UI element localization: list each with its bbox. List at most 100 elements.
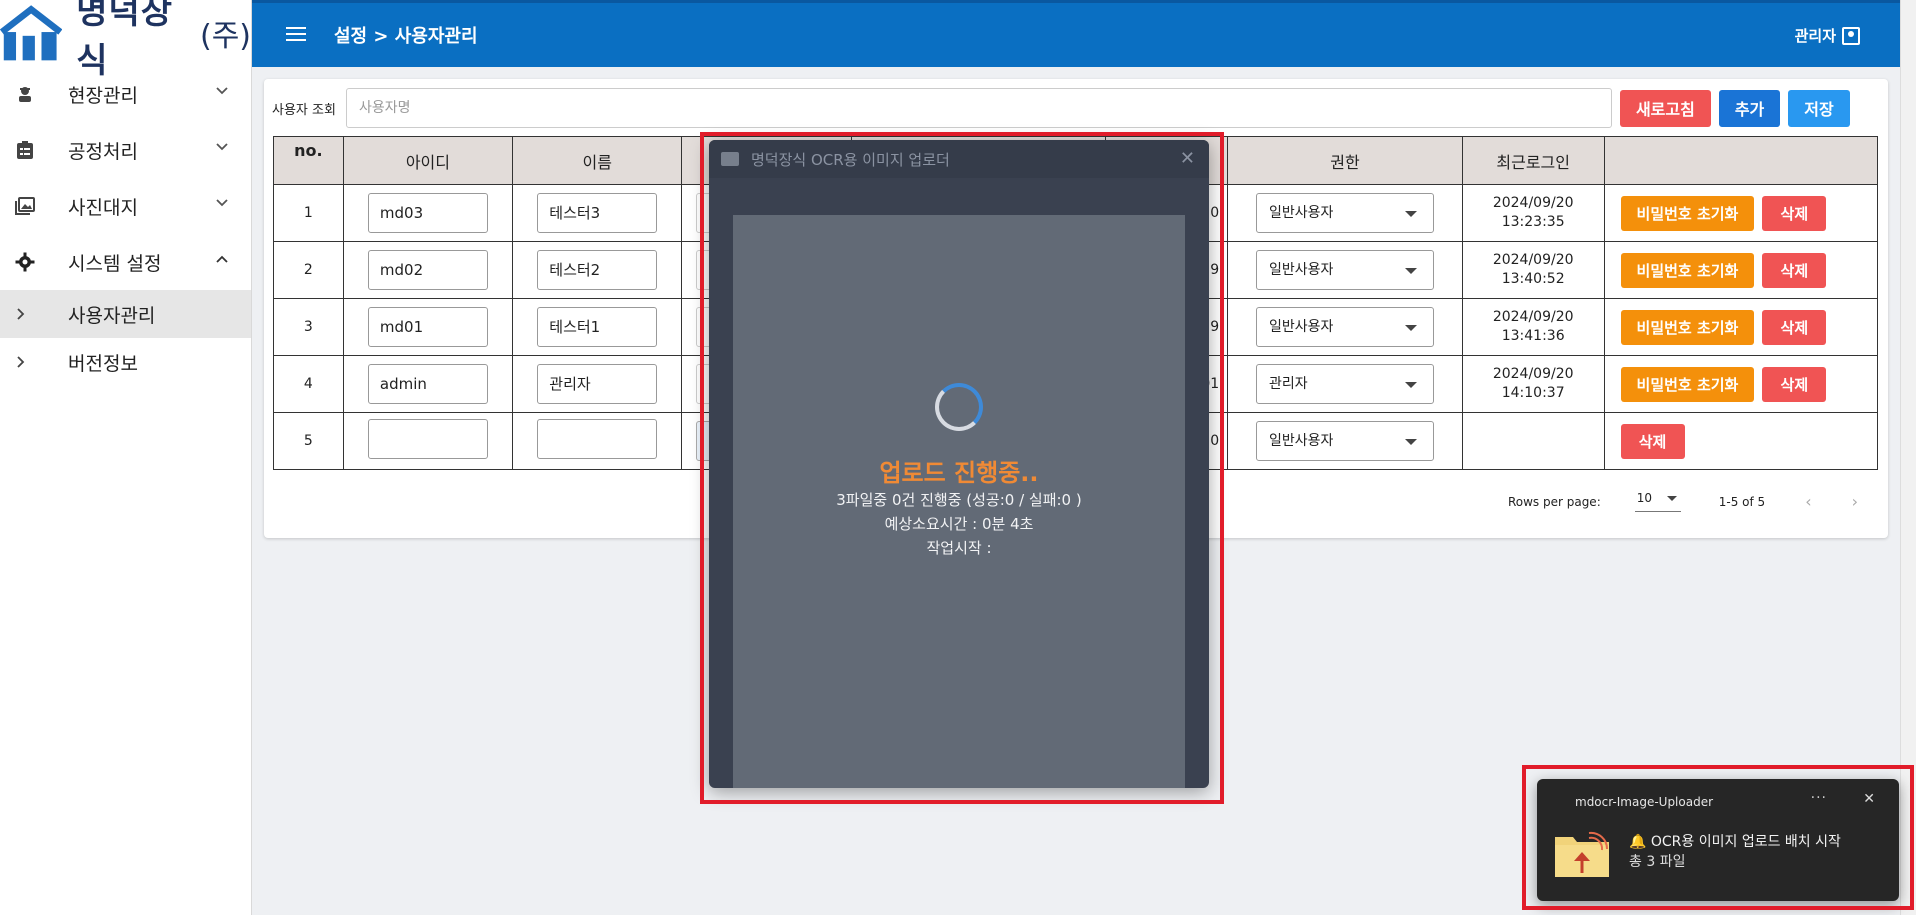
sidebar-item-label: 현장관리 — [68, 84, 138, 107]
chevron-down-icon — [215, 196, 229, 212]
name-input[interactable]: 관리자 — [537, 364, 658, 404]
hamburger-menu-icon[interactable] — [286, 23, 306, 48]
row-no: 5 — [273, 412, 344, 470]
caret-down-icon — [1405, 382, 1417, 388]
sidebar-item-system[interactable]: 시스템 설정 — [0, 234, 251, 290]
role-select[interactable]: 일반사용자 — [1256, 250, 1434, 290]
top-bar: 설정 > 사용자관리 관리자 — [252, 0, 1900, 67]
name-input[interactable]: 테스터3 — [537, 193, 658, 233]
header-actions — [1603, 136, 1879, 185]
row-no: 1 — [273, 184, 344, 242]
breadcrumb: 설정 > 사용자관리 — [334, 26, 478, 47]
reset-password-button[interactable]: 비밀번호 초기화 — [1620, 309, 1755, 345]
caret-down-icon — [1405, 268, 1417, 274]
chevron-up-icon — [215, 252, 229, 268]
sidebar-subitem-label: 사용자관리 — [68, 304, 156, 327]
id-input[interactable]: md02 — [367, 250, 488, 290]
delete-button[interactable]: 삭제 — [1762, 309, 1827, 345]
role-value: 관리자 — [1269, 376, 1308, 392]
name-input[interactable]: 테스터2 — [537, 250, 658, 290]
caret-down-icon — [1666, 496, 1677, 501]
delete-button[interactable]: 삭제 — [1762, 252, 1827, 288]
user-menu[interactable]: 관리자 — [1795, 25, 1860, 46]
user-name: 관리자 — [1794, 27, 1836, 45]
sidebar: 명덕장식 (주) 현장관리 공정처리 사진대지 시스템 설정 사용자관리 버전정… — [0, 0, 252, 915]
name-input[interactable]: 테스터1 — [537, 307, 658, 347]
role-value: 일반사용자 — [1269, 433, 1334, 449]
id-input[interactable]: md03 — [367, 193, 488, 233]
id-input[interactable]: admin — [367, 364, 488, 404]
add-button[interactable]: 추가 — [1718, 89, 1781, 127]
row-no: 4 — [273, 355, 344, 413]
role-value: 일반사용자 — [1269, 205, 1334, 221]
caret-down-icon — [1405, 211, 1417, 217]
row-no: 3 — [273, 298, 344, 356]
refresh-button[interactable]: 새로고침 — [1619, 89, 1711, 127]
last-login-date: 2024/09/20 — [1492, 309, 1574, 325]
delete-button[interactable]: 삭제 — [1762, 366, 1827, 402]
header-role: 권한 — [1227, 136, 1463, 185]
worker-icon — [14, 83, 36, 105]
role-value: 일반사용자 — [1269, 262, 1334, 278]
sidebar-item-label: 시스템 설정 — [68, 252, 162, 275]
house-logo-icon — [0, 5, 63, 61]
chevron-down-icon — [215, 140, 229, 156]
id-input[interactable]: md01 — [367, 307, 488, 347]
sidebar-item-label: 공정처리 — [68, 140, 138, 163]
role-select[interactable]: 일반사용자 — [1256, 307, 1434, 347]
role-value: 일반사용자 — [1269, 319, 1334, 335]
reset-password-button[interactable]: 비밀번호 초기화 — [1620, 195, 1755, 231]
last-login-time: 13:40:52 — [1501, 271, 1565, 287]
search-row: 사용자 조회 새로고침 추가 저장 — [272, 88, 1880, 128]
id-input[interactable] — [367, 419, 488, 459]
role-select[interactable]: 일반사용자 — [1256, 193, 1434, 233]
reset-password-button[interactable]: 비밀번호 초기화 — [1620, 366, 1755, 402]
role-select[interactable]: 일반사용자 — [1256, 421, 1434, 461]
clipboard-icon — [14, 139, 36, 161]
delete-button[interactable]: 삭제 — [1620, 423, 1685, 459]
pagination: Rows per page: 10 1-5 of 5 ‹ › — [1508, 491, 1858, 512]
delete-button[interactable]: 삭제 — [1762, 195, 1827, 231]
page-range: 1-5 of 5 — [1718, 494, 1766, 509]
sidebar-item-version[interactable]: 버전정보 — [0, 338, 251, 386]
reset-password-button[interactable]: 비밀번호 초기화 — [1620, 252, 1755, 288]
rows-per-page-value: 10 — [1636, 491, 1653, 505]
caret-down-icon — [1405, 439, 1417, 445]
header-no: no. — [273, 136, 344, 185]
toast-highlight-box — [1522, 765, 1914, 910]
uploader-highlight-box — [700, 132, 1224, 804]
last-login-date: 2024/09/20 — [1492, 195, 1574, 211]
brand-logo[interactable]: 명덕장식 (주) — [0, 0, 251, 81]
role-select[interactable]: 관리자 — [1256, 364, 1434, 404]
last-login-date: 2024/09/20 — [1492, 252, 1574, 268]
last-login-date: 2024/09/20 — [1492, 366, 1574, 382]
last-login-time: 13:41:36 — [1501, 328, 1565, 344]
gear-icon — [14, 251, 36, 273]
chevron-right-icon — [16, 353, 36, 372]
header-name: 이름 — [512, 136, 683, 185]
account-box-icon — [1842, 26, 1860, 45]
sidebar-item-label: 사진대지 — [68, 196, 138, 219]
sidebar-item-photo[interactable]: 사진대지 — [0, 178, 251, 234]
search-label: 사용자 조회 — [272, 102, 336, 118]
search-input[interactable] — [345, 88, 1612, 128]
rows-per-page-label: Rows per page: — [1507, 494, 1601, 509]
photo-icon — [14, 195, 36, 217]
next-page-button[interactable]: › — [1852, 492, 1858, 511]
header-id: 아이디 — [342, 136, 514, 185]
sidebar-item-user-management[interactable]: 사용자관리 — [0, 290, 251, 338]
rows-per-page-select[interactable]: 10 — [1634, 491, 1681, 512]
last-login-time: 14:10:37 — [1501, 385, 1565, 401]
caret-down-icon — [1405, 325, 1417, 331]
prev-page-button[interactable]: ‹ — [1805, 492, 1811, 511]
last-login-time: 13:23:35 — [1501, 214, 1565, 230]
name-input[interactable] — [537, 419, 658, 459]
sidebar-item-process[interactable]: 공정처리 — [0, 122, 251, 178]
sidebar-subitem-label: 버전정보 — [68, 352, 138, 375]
chevron-right-icon — [16, 305, 36, 324]
sidebar-item-site[interactable]: 현장관리 — [0, 66, 251, 122]
brand-suffix: (주) — [199, 19, 251, 54]
save-button[interactable]: 저장 — [1788, 89, 1850, 127]
row-no: 2 — [273, 241, 344, 299]
chevron-down-icon — [215, 84, 229, 100]
